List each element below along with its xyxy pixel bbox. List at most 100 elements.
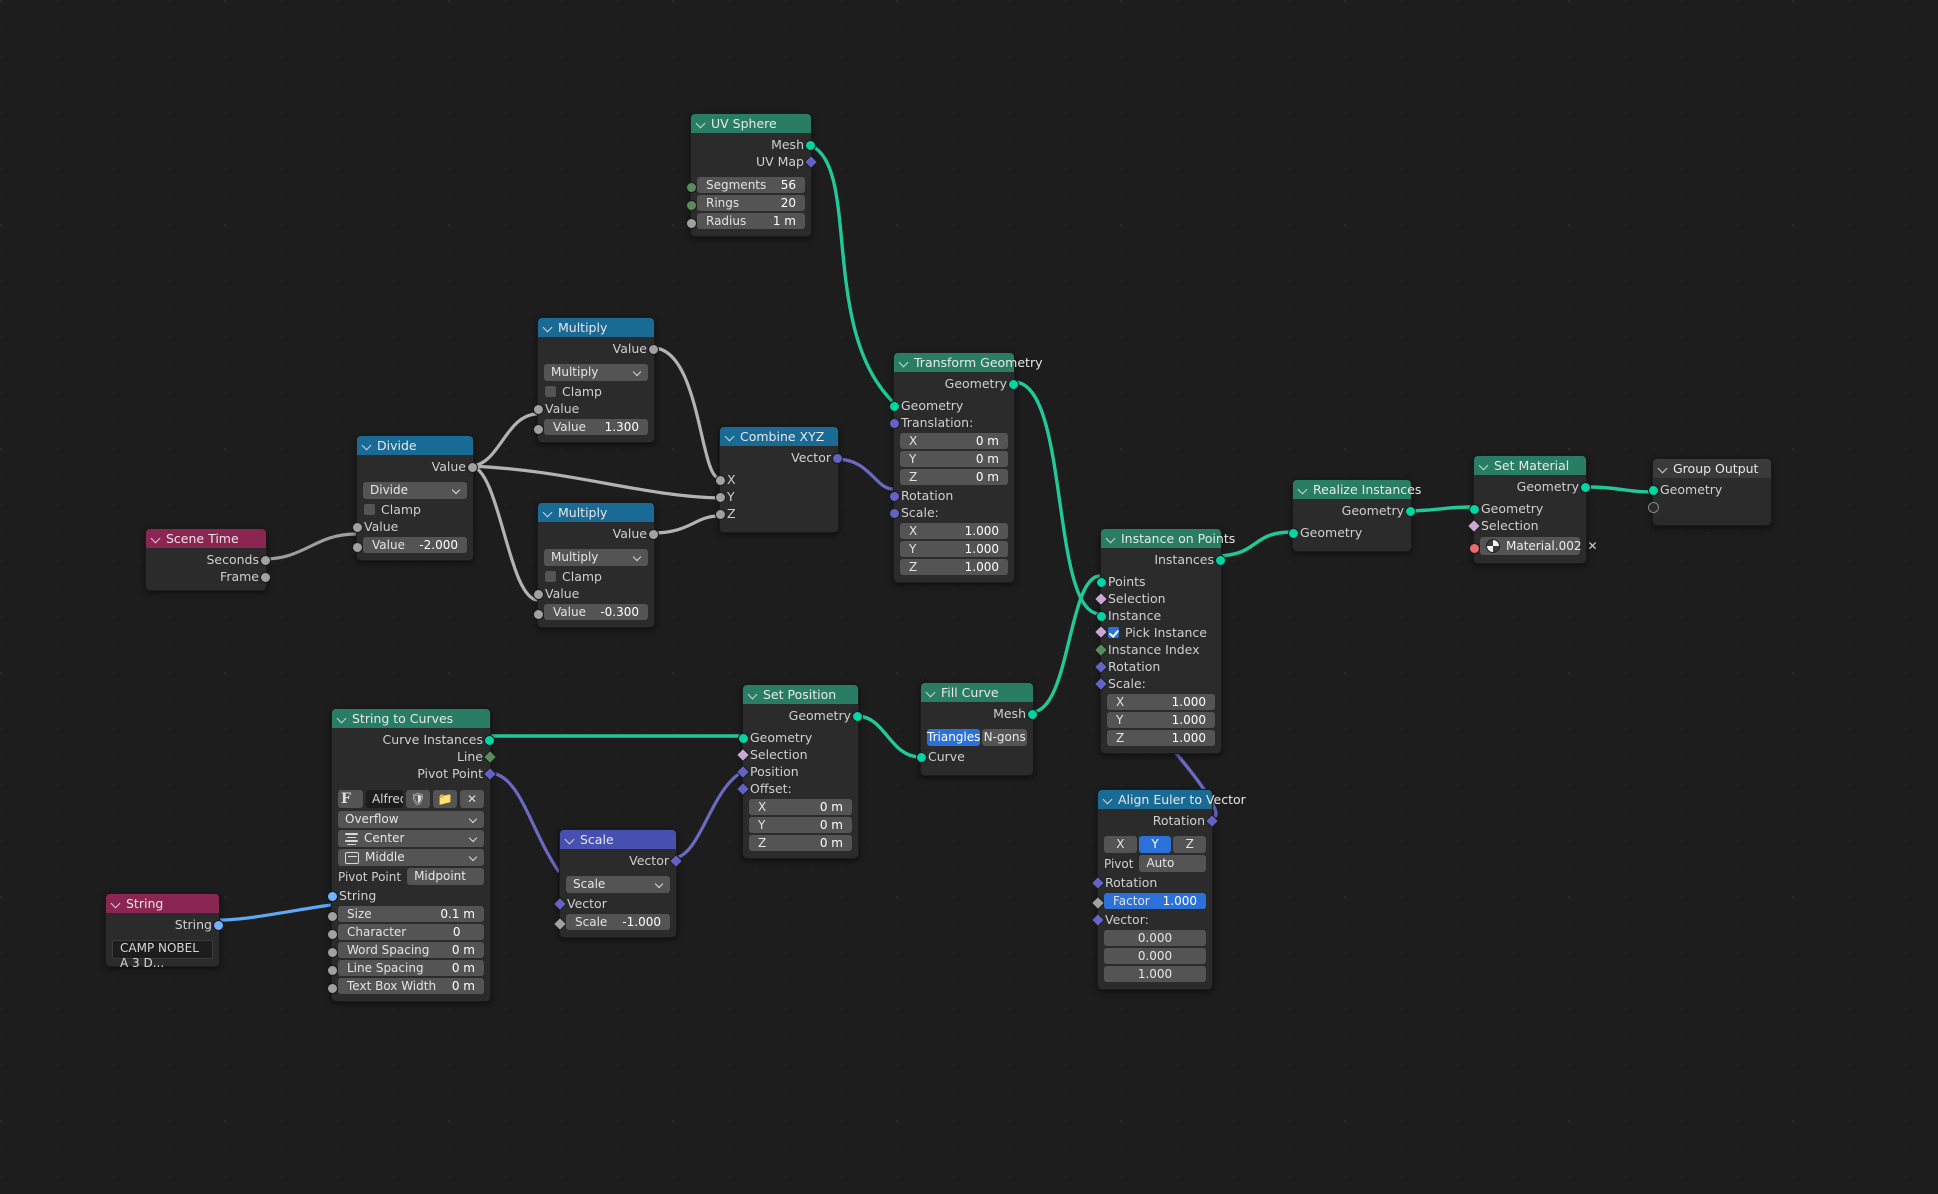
input-string[interactable]: String: [327, 887, 490, 904]
socket-vector[interactable]: [832, 453, 843, 464]
collapse-chevron-icon[interactable]: [927, 688, 936, 697]
socket-value-b[interactable]: [533, 609, 544, 620]
field-line-spacing[interactable]: Line Spacing 0 m: [327, 960, 490, 976]
socket-rotation-out[interactable]: [1204, 813, 1220, 829]
node-header[interactable]: Instance on Points: [1101, 529, 1235, 548]
socket-translation[interactable]: [889, 418, 900, 429]
field-rings[interactable]: Rings 20: [686, 195, 811, 211]
output-geometry[interactable]: Geometry: [894, 375, 1019, 392]
socket-points[interactable]: [1096, 577, 1107, 588]
field-value-b[interactable]: Value 1.300: [533, 419, 654, 435]
scale-z[interactable]: Z 1.000: [1107, 730, 1215, 746]
pivot-point-dropdown[interactable]: Midpoint: [407, 868, 484, 885]
field-value-b[interactable]: Value -2.000: [352, 537, 473, 553]
socket-geometry-out[interactable]: [852, 711, 863, 722]
font-selector-row[interactable]: F Alfred Sans... 🛡 📁 ✕: [338, 790, 484, 808]
input-value[interactable]: Value: [533, 585, 654, 602]
pivot-point-row[interactable]: Pivot Point Midpoint: [338, 868, 484, 885]
node-header[interactable]: Set Material: [1474, 456, 1586, 475]
input-geometry[interactable]: Geometry: [889, 397, 1014, 414]
output-frame[interactable]: Frame: [146, 568, 271, 585]
clamp-checkbox[interactable]: Clamp: [357, 501, 473, 518]
input-offset[interactable]: Offset:: [735, 780, 858, 797]
node-header[interactable]: Align Euler to Vector: [1098, 790, 1246, 809]
socket-value-a[interactable]: [533, 404, 544, 415]
socket-selection[interactable]: [1093, 591, 1109, 607]
node-align-euler-to-vector[interactable]: Align Euler to Vector Rotation X Y Z Piv…: [1090, 789, 1246, 990]
fill-mode-segmented[interactable]: Triangles N-gons: [927, 729, 1027, 746]
socket-y[interactable]: [715, 492, 726, 503]
field-segments[interactable]: Segments 56: [686, 177, 811, 193]
node-header[interactable]: Realize Instances: [1293, 480, 1421, 499]
input-y[interactable]: Y: [715, 488, 838, 505]
pivot-dropdown[interactable]: Auto: [1139, 855, 1206, 872]
output-vector[interactable]: Vector: [560, 852, 684, 869]
node-instance-on-points[interactable]: Instance on Points Instances Points Sele…: [1093, 528, 1235, 754]
node-header[interactable]: Scene Time: [146, 529, 266, 548]
socket-uv-map[interactable]: [803, 154, 819, 170]
collapse-chevron-icon[interactable]: [363, 441, 372, 450]
node-realize-instances[interactable]: Realize Instances Geometry Geometry: [1288, 479, 1421, 552]
socket-scale[interactable]: [552, 916, 568, 932]
node-header[interactable]: Fill Curve: [921, 683, 1033, 702]
field-size[interactable]: Size 0.1 m: [327, 906, 490, 922]
output-value[interactable]: Value: [538, 525, 659, 542]
socket-value-a[interactable]: [533, 589, 544, 600]
input-curve[interactable]: Curve: [916, 748, 1033, 765]
collapse-chevron-icon[interactable]: [697, 119, 706, 128]
socket-geometry-in[interactable]: [1648, 485, 1659, 496]
node-header[interactable]: Multiply: [538, 503, 654, 522]
socket-selection[interactable]: [1466, 518, 1482, 534]
output-geometry[interactable]: Geometry: [1474, 478, 1591, 495]
material-slot[interactable]: Material.002 ✕: [1469, 537, 1598, 555]
shield-icon[interactable]: 🛡: [406, 790, 430, 808]
node-header[interactable]: Divide: [357, 436, 473, 455]
scale-x[interactable]: X 1.000: [900, 523, 1008, 539]
socket-geometry-in[interactable]: [1288, 528, 1299, 539]
collapse-chevron-icon[interactable]: [112, 899, 121, 908]
socket-value-out[interactable]: [648, 529, 659, 540]
socket-value-out[interactable]: [648, 344, 659, 355]
node-multiply-top[interactable]: Multiply Value Multiply Clamp Value Valu…: [533, 317, 659, 443]
socket-vector-in[interactable]: [1090, 912, 1106, 928]
field-value-b[interactable]: Value -0.300: [533, 604, 654, 620]
input-scale[interactable]: Scale:: [889, 504, 1014, 521]
socket-scale[interactable]: [1093, 676, 1109, 692]
socket-scale[interactable]: [889, 508, 900, 519]
socket-geometry-in[interactable]: [889, 401, 900, 412]
collapse-chevron-icon[interactable]: [726, 432, 735, 441]
socket-text-box-width[interactable]: [327, 983, 338, 994]
mode-ngons[interactable]: N-gons: [982, 729, 1027, 746]
node-header[interactable]: String to Curves: [332, 709, 490, 728]
collapse-chevron-icon[interactable]: [338, 714, 347, 723]
node-multiply-bottom[interactable]: Multiply Value Multiply Clamp Value Valu…: [533, 502, 659, 628]
scale-z[interactable]: Z 1.000: [900, 559, 1008, 575]
node-group-output[interactable]: Group Output Geometry: [1648, 458, 1772, 526]
collapse-chevron-icon[interactable]: [900, 358, 909, 367]
socket-pivot-point[interactable]: [482, 766, 498, 782]
font-icon[interactable]: F: [338, 790, 363, 808]
socket-frame[interactable]: [260, 572, 271, 583]
socket-virtual[interactable]: [1648, 502, 1659, 513]
scale-x[interactable]: X 1.000: [1107, 694, 1215, 710]
input-position[interactable]: Position: [735, 763, 858, 780]
node-editor-canvas[interactable]: UV Sphere Mesh UV Map Segments 56 Rings 20: [0, 0, 1938, 1194]
node-fill-curve[interactable]: Fill Curve Mesh Triangles N-gons Curve: [916, 682, 1038, 776]
offset-y[interactable]: Y 0 m: [749, 817, 852, 833]
operation-dropdown[interactable]: Scale: [566, 876, 670, 893]
socket-value-a[interactable]: [352, 522, 363, 533]
align-x-dropdown[interactable]: Center: [338, 830, 484, 847]
socket-mesh[interactable]: [805, 140, 816, 151]
output-vector[interactable]: Vector: [720, 449, 843, 466]
socket-mesh[interactable]: [1027, 709, 1038, 720]
node-scene-time[interactable]: Scene Time Seconds Frame: [145, 528, 271, 591]
collapse-chevron-icon[interactable]: [749, 690, 758, 699]
output-instances[interactable]: Instances: [1101, 551, 1226, 568]
socket-z[interactable]: [715, 509, 726, 520]
socket-curve[interactable]: [916, 752, 927, 763]
socket-character-spacing[interactable]: [327, 929, 338, 940]
input-selection[interactable]: Selection: [735, 746, 858, 763]
socket-value-out[interactable]: [467, 462, 478, 473]
axis-y[interactable]: Y: [1138, 836, 1172, 853]
operation-dropdown[interactable]: Divide: [363, 482, 467, 499]
